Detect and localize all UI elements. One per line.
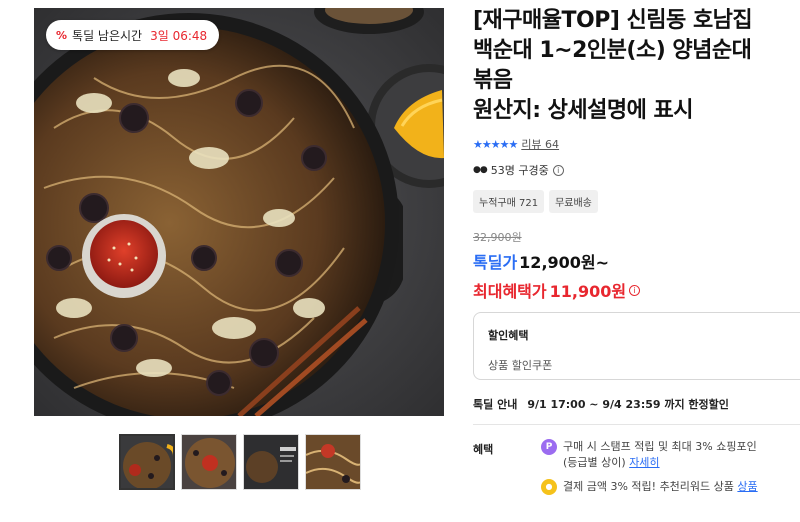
rating-row: ★★★★★ 리뷰 64 xyxy=(473,136,800,152)
thumbnail-strip xyxy=(119,434,444,490)
product-gallery: % 톡딜 남은시간 3일 06:48 xyxy=(34,8,444,490)
benefits-heading: 혜택 xyxy=(473,443,494,456)
sale-info-row: 톡딜 안내 9/1 17:00 ~ 9/4 23:59 까지 한정할인 xyxy=(473,396,800,412)
title-line-4: 원산지: 상세설명에 표시 xyxy=(473,98,694,123)
deal-price-row: 톡딜가 12,900원~ xyxy=(473,249,800,273)
product-title: [재구매율TOP] 신림동 호남집 백순대 1~2인분(소) 양념순대 볶음 원… xyxy=(473,6,800,126)
title-line-3: 볶음 xyxy=(473,68,513,93)
details-link[interactable]: 자세히 xyxy=(629,456,659,469)
benefits-section: 혜택 P 구매 시 스탬프 적립 및 최대 3% 쇼핑포인 (등급별 상이) 자… xyxy=(473,439,800,503)
product-info-panel: [재구매율TOP] 신림동 호남집 백순대 1~2인분(소) 양념순대 볶음 원… xyxy=(473,6,800,503)
max-benefit-info-icon[interactable]: i xyxy=(629,284,641,296)
title-line-1: [재구매율TOP] 신림동 호남집 xyxy=(473,8,753,33)
title-line-2: 백순대 1~2인분(소) 양념순대 xyxy=(473,38,752,63)
thumbnail-4[interactable] xyxy=(305,434,361,490)
percent-tag-icon: % xyxy=(56,28,68,42)
benefit-item-stamp: P 구매 시 스탬프 적립 및 최대 3% 쇼핑포인 (등급별 상이) 자세히 xyxy=(541,439,800,471)
tag-cumulative-purchases: 누적구매 721 xyxy=(473,190,545,213)
food-photo xyxy=(34,8,444,416)
viewer-count: 53명 구경중 xyxy=(490,164,549,177)
rating-stars: ★★★★★ xyxy=(473,137,518,151)
deal-timer-badge: % 톡딜 남은시간 3일 06:48 xyxy=(46,20,220,50)
thumbnail-2[interactable] xyxy=(181,434,237,490)
thumbnail-1[interactable] xyxy=(119,434,175,490)
product-tags: 누적구매 721 무료배송 xyxy=(473,190,800,213)
original-price: 32,900원 xyxy=(473,231,522,244)
thumbnail-3[interactable] xyxy=(243,434,299,490)
viewer-count-row: ●● 53명 구경중 i xyxy=(473,162,800,178)
info-icon[interactable]: i xyxy=(552,164,564,176)
max-benefit-label: 최대혜택가 xyxy=(473,282,547,301)
eyes-icon: ●● xyxy=(473,165,488,175)
max-benefit-price: 11,900원 xyxy=(549,282,627,301)
benefit-list: P 구매 시 스탬프 적립 및 최대 3% 쇼핑포인 (등급별 상이) 자세히 … xyxy=(541,439,800,503)
deal-timer-label: 톡딜 남은시간 xyxy=(72,28,143,43)
benefit-item-stamp-text: 구매 시 스탬프 적립 및 최대 3% 쇼핑포인 xyxy=(563,440,757,453)
divider xyxy=(473,424,800,425)
deal-price-label: 톡딜가 xyxy=(473,253,518,272)
benefit-item-reward: ● 결제 금액 3% 적립! 추천리워드 상품 상품 xyxy=(541,479,800,495)
coin-icon: ● xyxy=(541,479,557,495)
sale-info-label: 톡딜 안내 xyxy=(473,398,518,411)
point-p-icon: P xyxy=(541,439,557,455)
discount-subtitle: 상품 할인쿠폰 xyxy=(488,359,553,372)
main-product-image[interactable]: % 톡딜 남은시간 3일 06:48 xyxy=(34,8,444,416)
max-benefit-row: 최대혜택가 11,900원 i xyxy=(473,278,800,302)
deal-timer-time: 3일 06:48 xyxy=(150,28,208,43)
benefit-item-stamp-note: (등급별 상이) xyxy=(563,456,626,469)
discount-title: 할인혜택 xyxy=(488,329,529,342)
reward-product-link[interactable]: 상품 xyxy=(737,480,757,493)
tag-free-shipping: 무료배송 xyxy=(549,190,598,213)
deal-price: 12,900원~ xyxy=(519,253,610,272)
sale-dates: 9/1 17:00 ~ 9/4 23:59 까지 한정할인 xyxy=(527,398,729,411)
review-link[interactable]: 리뷰 64 xyxy=(521,136,559,152)
discount-box[interactable]: 할인혜택 상품 할인쿠폰 xyxy=(473,312,800,380)
benefit-item-reward-text: 결제 금액 3% 적립! 추천리워드 상품 xyxy=(563,480,734,493)
